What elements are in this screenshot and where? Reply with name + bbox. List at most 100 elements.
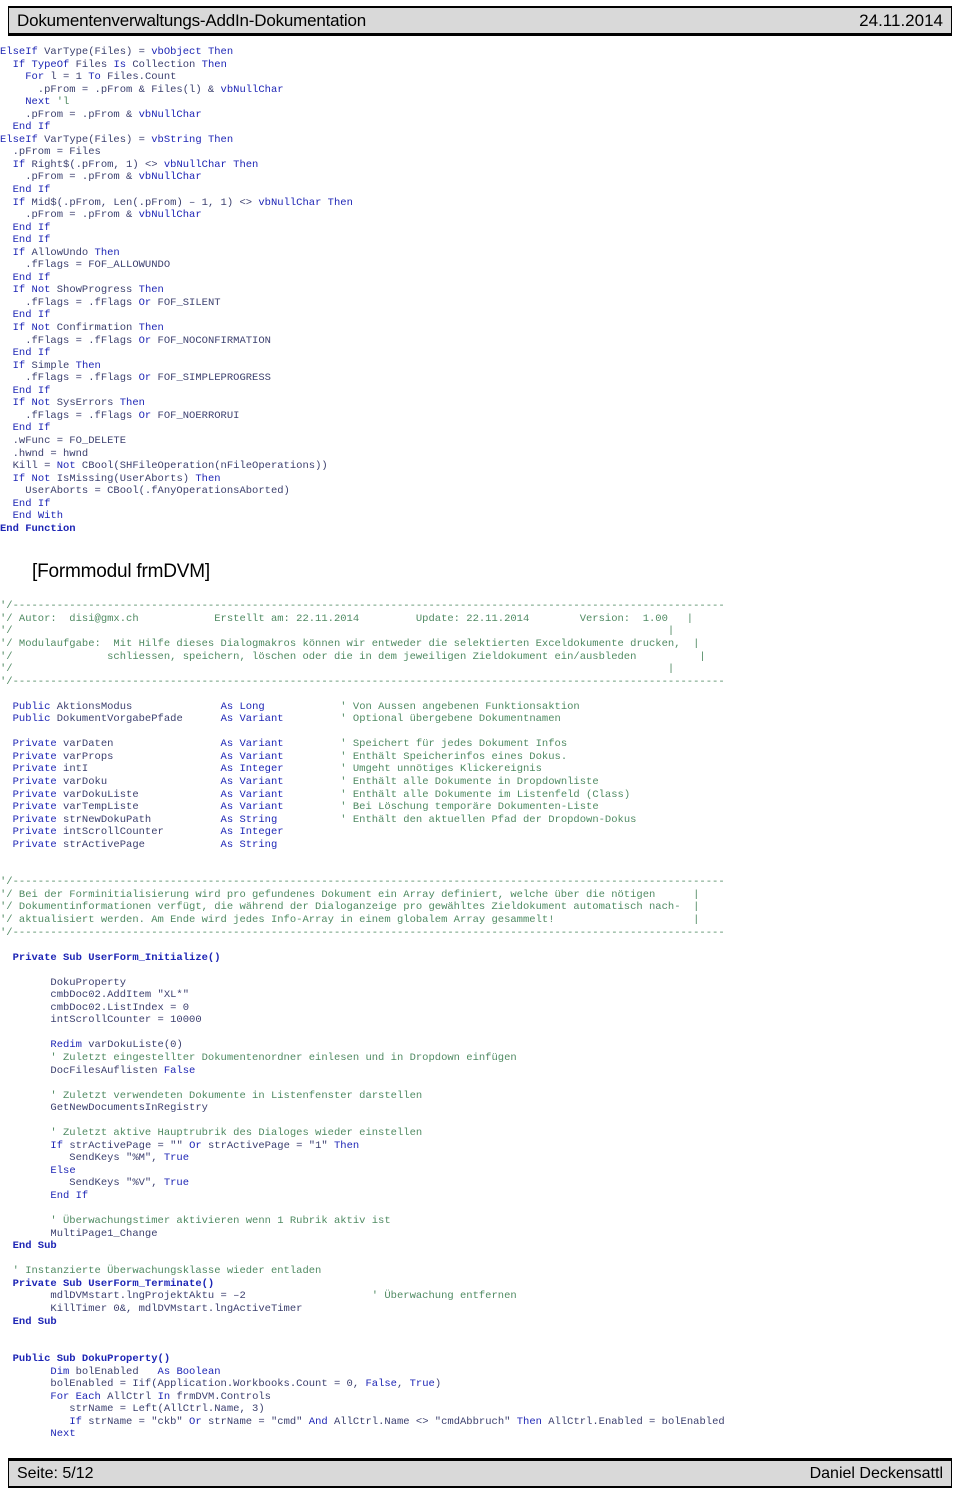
code-token: .pFrom = .pFrom & xyxy=(0,108,139,121)
code-token: AllCtrl.Name <> "cmdAbbruch" xyxy=(327,1415,517,1428)
code-token: If xyxy=(12,158,26,171)
code-token: If Not xyxy=(12,397,51,410)
code-token: As Integer xyxy=(220,826,284,839)
code-token: FOF_NOERRORUI xyxy=(151,409,240,422)
code-block-shfileoperation: ElseIf VarType(Files) = vbObject Then If… xyxy=(0,46,960,535)
code-token: Private xyxy=(0,738,57,751)
code-token: vbNullChar Then xyxy=(258,196,353,209)
code-token: ' Von Aussen angebenen Funktionsaktion xyxy=(340,700,580,713)
code-token: SendKeys "%V", xyxy=(0,1177,164,1190)
code-token: CBool(SHFileOperation(nFileOperations)) xyxy=(75,460,328,473)
code-token: If TypeOf xyxy=(12,58,70,71)
code-token: .fFlags = .fFlags xyxy=(0,334,139,347)
code-token: ' Bei Löschung temporäre Dokumenten-List… xyxy=(340,801,599,814)
code-token: .wFunc = FO_DELETE xyxy=(0,434,127,447)
code-token: End Sub xyxy=(0,1240,57,1253)
code-token: ' Enthält alle Dokumente im Listenfeld (… xyxy=(340,788,631,801)
code-token: If xyxy=(12,359,26,372)
code-token: As Boolean xyxy=(157,1365,221,1378)
code-token: Files.Count xyxy=(100,71,177,84)
code-token: vbNullChar xyxy=(220,83,284,96)
code-token: cmbDoc02.AddItem "XL*" xyxy=(0,989,190,1002)
page-title: Dokumentenverwaltungs-AddIn-Dokumentatio… xyxy=(17,10,366,30)
code-token: varDokuListe xyxy=(56,788,221,801)
code-token: strActivePage xyxy=(56,838,221,851)
code-token: ' Zuletzt aktive Hauptrubrik des Dialoge… xyxy=(0,1127,423,1140)
code-token: vbNullChar xyxy=(138,108,202,121)
code-token: KillTimer 0&, mdlDVMstart.lngActiveTimer xyxy=(0,1302,303,1315)
page-header: Dokumentenverwaltungs-AddIn-Dokumentatio… xyxy=(8,6,952,36)
code-token: strActivePage = "1" xyxy=(201,1139,334,1152)
code-token: varDokuListe(0) xyxy=(81,1039,183,1052)
code-token: Else xyxy=(50,1164,76,1177)
code-token: Or xyxy=(138,296,152,309)
code-token: Then xyxy=(94,246,120,259)
code-token: GetNewDocumentsInRegistry xyxy=(0,1102,208,1115)
header-date: 24.11.2014 xyxy=(859,10,943,30)
code-token: DokumentVorgabePfade xyxy=(50,713,221,726)
code-token: Then xyxy=(119,397,145,410)
code-token: ' Zuletzt verwendeten Dokumente in Liste… xyxy=(0,1089,423,1102)
code-token: Next xyxy=(25,96,51,109)
code-token: .fFlags = .fFlags xyxy=(0,296,139,309)
code-token: bolEnabled = Iif(Application.Workbooks.C… xyxy=(0,1378,366,1391)
code-token: , xyxy=(396,1378,410,1391)
code-token: Right$(.pFrom, 1) <> xyxy=(25,158,164,171)
code-token: End With xyxy=(12,510,64,523)
code-token: strActivePage = "" xyxy=(63,1139,190,1152)
code-token: End If xyxy=(50,1190,89,1203)
code-token: '/ aktualisiert werden. Am Ende wird jed… xyxy=(0,914,700,926)
code-token: True xyxy=(163,1177,190,1190)
code-token: ' Enthält Speicherinfos eines Dokus. xyxy=(340,750,568,763)
code-token: ' Instanzierte Überwachungsklasse wieder… xyxy=(0,1265,322,1278)
code-token: For Each xyxy=(50,1390,101,1403)
code-token: Then xyxy=(516,1415,542,1428)
code-token: vbNullChar xyxy=(138,171,202,184)
code-token: If xyxy=(12,246,26,259)
code-token: vbString Then xyxy=(151,133,234,146)
code-token: ElseIf xyxy=(0,133,38,146)
code-token: '/--------------------------------------… xyxy=(0,876,725,889)
code-token: If Not xyxy=(12,472,51,485)
code-token: IsMissing(UserAborts) xyxy=(50,472,196,485)
page-number-label: Seite: 5/12 xyxy=(17,1464,94,1482)
code-token: Or xyxy=(189,1139,202,1152)
code-token: Private xyxy=(0,801,57,814)
code-token: AllowUndo xyxy=(25,246,95,259)
code-token: Then xyxy=(75,359,101,372)
code-token: varProps xyxy=(56,750,221,763)
code-token: As Integer xyxy=(220,763,284,776)
code-token: ) xyxy=(434,1378,442,1391)
code-token: .pFrom = Files xyxy=(0,146,101,159)
code-token: DocFilesAuflisten xyxy=(0,1064,164,1077)
code-token: End If xyxy=(12,221,51,234)
code-token: Then xyxy=(138,284,164,297)
code-token: Or xyxy=(138,334,152,347)
code-token: intScrollCounter xyxy=(56,826,221,839)
code-token: Public xyxy=(0,713,51,726)
page-footer: Seite: 5/12 Daniel Deckensattl xyxy=(8,1458,952,1488)
code-token: mdlDVMstart.lngProjektAktu = –2 xyxy=(0,1290,372,1303)
code-token: '/--------------------------------------… xyxy=(0,600,725,613)
code-token: Public Sub DokuProperty() xyxy=(0,1353,171,1366)
code-token: Public xyxy=(0,700,51,713)
code-token: Next xyxy=(50,1428,76,1441)
code-token: Private xyxy=(0,788,57,801)
code-token: '/--------------------------------------… xyxy=(0,926,725,939)
